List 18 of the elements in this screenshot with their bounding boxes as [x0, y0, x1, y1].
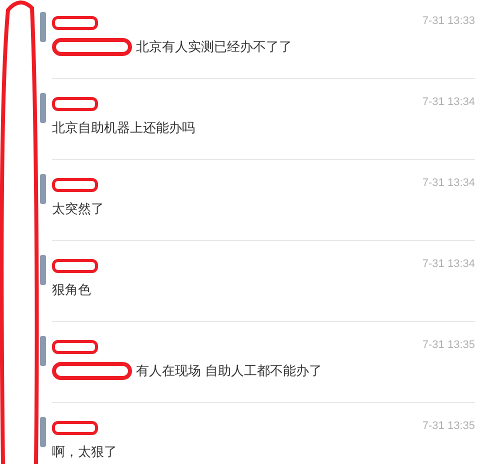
- comment-text: 北京自助机器上还能办吗: [52, 120, 195, 137]
- comment-text: 北京有人实测已经办不了了: [136, 39, 292, 56]
- comment-text: 啊，太狠了: [52, 444, 117, 461]
- redaction-mark: [52, 97, 98, 111]
- redaction-mark: [52, 421, 98, 435]
- comment-time: 7-31 13:35: [422, 419, 475, 434]
- comment-time: 7-31 13:34: [422, 176, 475, 191]
- comment-time: 7-31 13:34: [422, 95, 475, 110]
- comment-text: 有人在现场 自助人工都不能办了: [136, 363, 322, 380]
- redaction-mark: [52, 259, 98, 273]
- comment-text: 太突然了: [52, 201, 104, 218]
- comment-time: 7-31 13:35: [422, 338, 475, 353]
- comment-time: 7-31 13:34: [422, 257, 475, 272]
- redaction-mark: [52, 340, 98, 354]
- redaction-mark: [52, 16, 98, 30]
- comment-time: 7-31 13:33: [422, 14, 475, 29]
- comment-text: 狠角色: [52, 282, 91, 299]
- redaction-mark: [52, 178, 98, 192]
